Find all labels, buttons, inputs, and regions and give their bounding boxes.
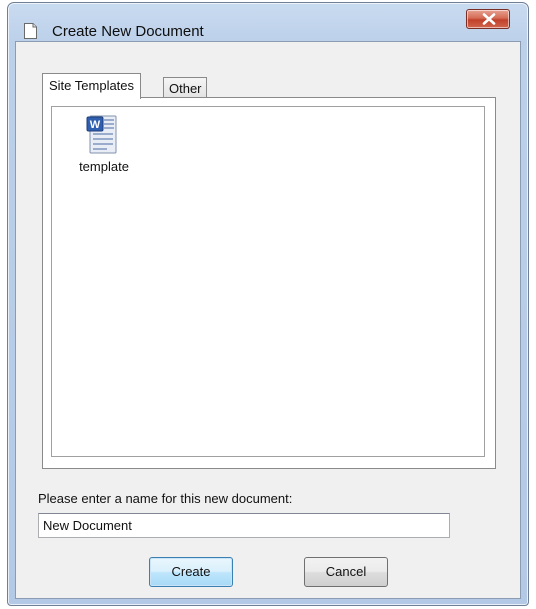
document-icon [24, 23, 37, 39]
template-list[interactable]: W template [51, 106, 485, 457]
tab-panel: W template [42, 97, 496, 469]
svg-text:W: W [90, 119, 101, 131]
cancel-button[interactable]: Cancel [304, 557, 388, 587]
template-label: template [79, 159, 129, 174]
template-item[interactable]: W template [68, 115, 140, 185]
close-icon [482, 13, 496, 25]
name-prompt-label: Please enter a name for this new documen… [38, 491, 293, 506]
close-button[interactable] [466, 9, 510, 29]
tab-site-templates[interactable]: Site Templates [42, 73, 142, 99]
window-title: Create New Document [52, 23, 204, 40]
word-document-icon: W [86, 115, 117, 154]
title-bar[interactable]: Create New Document [8, 3, 528, 41]
dialog-window: Create New Document Site Templates Other [7, 2, 529, 606]
create-button[interactable]: Create [149, 557, 233, 587]
dialog-body: Site Templates Other W template Please e… [15, 41, 521, 599]
document-name-input[interactable] [38, 513, 450, 538]
tab-other[interactable]: Other [163, 77, 207, 99]
